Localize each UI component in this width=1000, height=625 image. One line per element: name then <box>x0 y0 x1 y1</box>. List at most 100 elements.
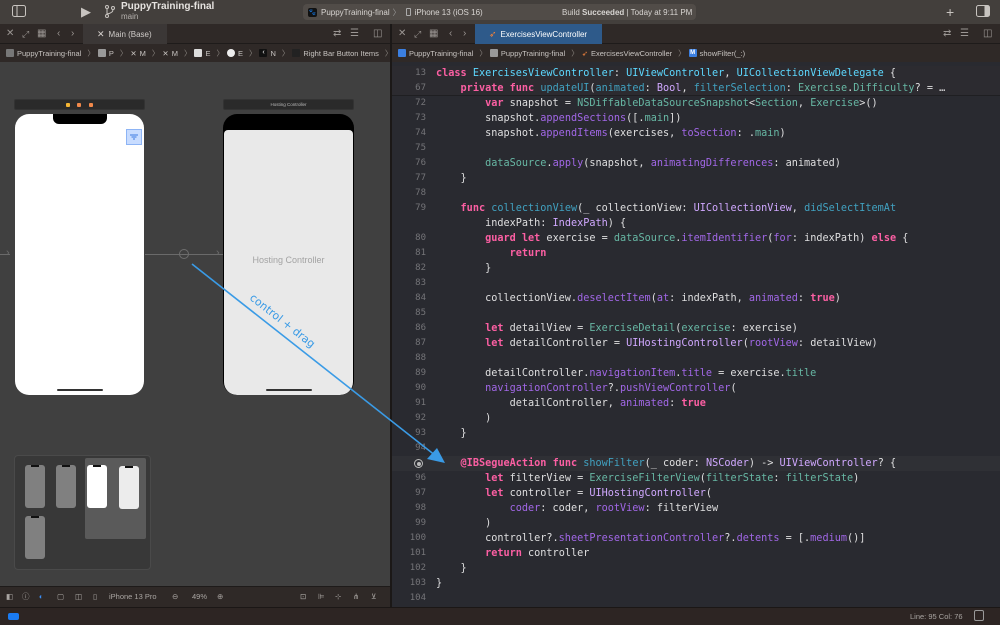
code-line[interactable]: 78 <box>392 186 1000 201</box>
code-line[interactable]: 96 let filterView = ExerciseFilterView(f… <box>392 471 1000 486</box>
line-number[interactable]: 101 <box>386 546 426 561</box>
code-line[interactable]: 102 } <box>392 561 1000 576</box>
code-line[interactable]: 86 let detailView = ExerciseDetail(exerc… <box>392 321 1000 336</box>
jump-bar-item[interactable]: P <box>97 49 114 58</box>
forward-icon[interactable]: › <box>71 27 74 41</box>
line-number[interactable]: 80 <box>386 231 426 246</box>
source-editor[interactable]: 13 class ExercisesViewController: UIViewC… <box>392 62 1000 607</box>
hosting-controller-scene[interactable]: Hosting Controller <box>223 114 354 395</box>
device-selector[interactable]: iPhone 13 Pro <box>109 592 157 602</box>
code-line[interactable]: 88 <box>392 351 1000 366</box>
code-line[interactable]: 82 } <box>392 261 1000 276</box>
code-line[interactable]: 80 guard let exercise = dataSource.itemI… <box>392 231 1000 246</box>
code-line[interactable]: 76 dataSource.apply(snapshot, animatingD… <box>392 156 1000 171</box>
code-line[interactable]: 87 let detailController = UIHostingContr… <box>392 336 1000 351</box>
size-class-icon[interactable]: ◫ <box>75 592 82 602</box>
line-number[interactable]: 74 <box>386 126 426 141</box>
code-line[interactable]: 94 <box>392 441 1000 456</box>
close-editor-icon[interactable]: ✕ <box>6 27 14 41</box>
line-number[interactable]: 13 <box>386 66 426 81</box>
exit-dock-icon[interactable] <box>89 103 93 107</box>
code-line[interactable]: 72 var snapshot = NSDiffableDataSourceSn… <box>392 96 1000 111</box>
branch-name[interactable]: main <box>121 12 138 21</box>
first-responder-dock-icon[interactable] <box>77 103 81 107</box>
line-number[interactable]: 83 <box>386 276 426 291</box>
line-number[interactable]: 104 <box>386 591 426 606</box>
line-number[interactable]: 89 <box>386 366 426 381</box>
line-number[interactable]: 92 <box>386 411 426 426</box>
line-number[interactable]: 88 <box>386 351 426 366</box>
code-line[interactable]: indexPath: IndexPath) { <box>392 216 1000 231</box>
code-line[interactable]: 103} <box>392 576 1000 591</box>
code-line[interactable]: 99 ) <box>392 516 1000 531</box>
segue-connection-icon[interactable] <box>414 459 423 468</box>
code-line[interactable]: 90 navigationController?.pushViewControl… <box>392 381 1000 396</box>
segue-icon[interactable] <box>179 249 189 259</box>
filter-bar-button[interactable] <box>126 129 142 145</box>
forward-icon[interactable]: › <box>463 27 466 41</box>
line-number[interactable]: 90 <box>386 381 426 396</box>
jump-bar-item[interactable]: Right Bar Button Items <box>292 49 379 58</box>
view-controller-dock-icon[interactable] <box>66 103 70 107</box>
sidebar-toggle-icon[interactable] <box>12 5 26 19</box>
code-line[interactable]: 101 return controller <box>392 546 1000 561</box>
code-line[interactable]: 98 coder: coder, rootView: filterView <box>392 501 1000 516</box>
line-number[interactable]: 67 <box>386 81 426 96</box>
destination-selector[interactable]: iPhone 13 (iOS 16) <box>415 8 483 17</box>
jump-bar-item[interactable]: PuppyTraining-final <box>398 49 473 58</box>
canvas-minimap[interactable] <box>14 455 151 570</box>
code-line[interactable]: 100 controller?.sheetPresentationControl… <box>392 531 1000 546</box>
scene-dock-exercises[interactable] <box>14 99 145 110</box>
code-line[interactable]: 81 return <box>392 246 1000 261</box>
jump-bar-item[interactable]: E <box>226 49 243 58</box>
exercises-scene[interactable] <box>15 114 144 395</box>
code-line[interactable]: 91 detailController, animated: true <box>392 396 1000 411</box>
code-line[interactable]: 73 snapshot.appendSections([.main]) <box>392 111 1000 126</box>
code-line[interactable]: 75 <box>392 141 1000 156</box>
line-number[interactable]: 84 <box>386 291 426 306</box>
line-number[interactable]: 81 <box>386 246 426 261</box>
back-icon[interactable]: ‹ <box>57 27 60 41</box>
code-line[interactable]: 67 private func updateUI(animated: Bool,… <box>392 81 1000 96</box>
jump-bar-item[interactable]: ✕ M <box>162 49 178 58</box>
code-line[interactable]: 104 <box>392 591 1000 606</box>
code-line[interactable]: 77 } <box>392 171 1000 186</box>
tab-exercises-view-controller[interactable]: ➶ ExercisesViewController <box>475 24 602 44</box>
code-line[interactable]: 13 class ExercisesViewController: UIViewC… <box>392 66 1000 81</box>
code-line[interactable]: 74 snapshot.appendItems(exercises, toSec… <box>392 126 1000 141</box>
align-icon[interactable]: ⊫ <box>318 592 325 602</box>
orientation-icon[interactable]: ▢ <box>57 592 64 602</box>
code-line[interactable]: 92 ) <box>392 411 1000 426</box>
project-name[interactable]: PuppyTraining-final <box>121 1 214 12</box>
run-icon[interactable]: ▶ <box>81 5 91 18</box>
device-icon[interactable]: ▯ <box>93 592 97 602</box>
add-editor-icon[interactable]: ◫ <box>373 27 382 41</box>
inspector-toggle-icon[interactable] <box>976 5 990 19</box>
code-line[interactable]: 79 func collectionView(_ collectionView:… <box>392 201 1000 216</box>
scene-dock-hosting[interactable]: Hosting Controller <box>223 99 354 110</box>
debug-area-toggle-icon[interactable] <box>8 613 19 620</box>
line-number[interactable]: 85 <box>386 306 426 321</box>
jump-bar-item[interactable]: E <box>194 49 210 58</box>
hide-debug-area-icon[interactable] <box>974 610 984 621</box>
line-number[interactable]: 102 <box>386 561 426 576</box>
jump-bar-item[interactable]: ‹ N <box>259 49 276 58</box>
code-line[interactable]: 84 collectionView.deselectItem(at: index… <box>392 291 1000 306</box>
grid-icon[interactable]: ▦ <box>37 27 46 41</box>
scheme-selector[interactable]: PuppyTraining-final <box>321 8 390 17</box>
back-icon[interactable]: ‹ <box>449 27 452 41</box>
line-number[interactable]: 73 <box>386 111 426 126</box>
line-number[interactable]: 100 <box>386 531 426 546</box>
code-line[interactable]: 85 <box>392 306 1000 321</box>
accessibility-icon[interactable]: ⓘ <box>22 592 30 602</box>
tab-main-storyboard[interactable]: ✕ Main (Base) <box>83 24 167 44</box>
line-number[interactable]: 72 <box>386 96 426 111</box>
line-number[interactable]: 91 <box>386 396 426 411</box>
line-number[interactable]: 77 <box>386 171 426 186</box>
grid-icon[interactable]: ▦ <box>429 27 438 41</box>
resolve-issues-icon[interactable]: ⋔ <box>353 592 359 602</box>
code-line[interactable]: 83 <box>392 276 1000 291</box>
add-constraints-icon[interactable]: ⊹ <box>335 592 341 602</box>
add-icon[interactable]: + <box>946 5 954 19</box>
line-number[interactable]: 99 <box>386 516 426 531</box>
